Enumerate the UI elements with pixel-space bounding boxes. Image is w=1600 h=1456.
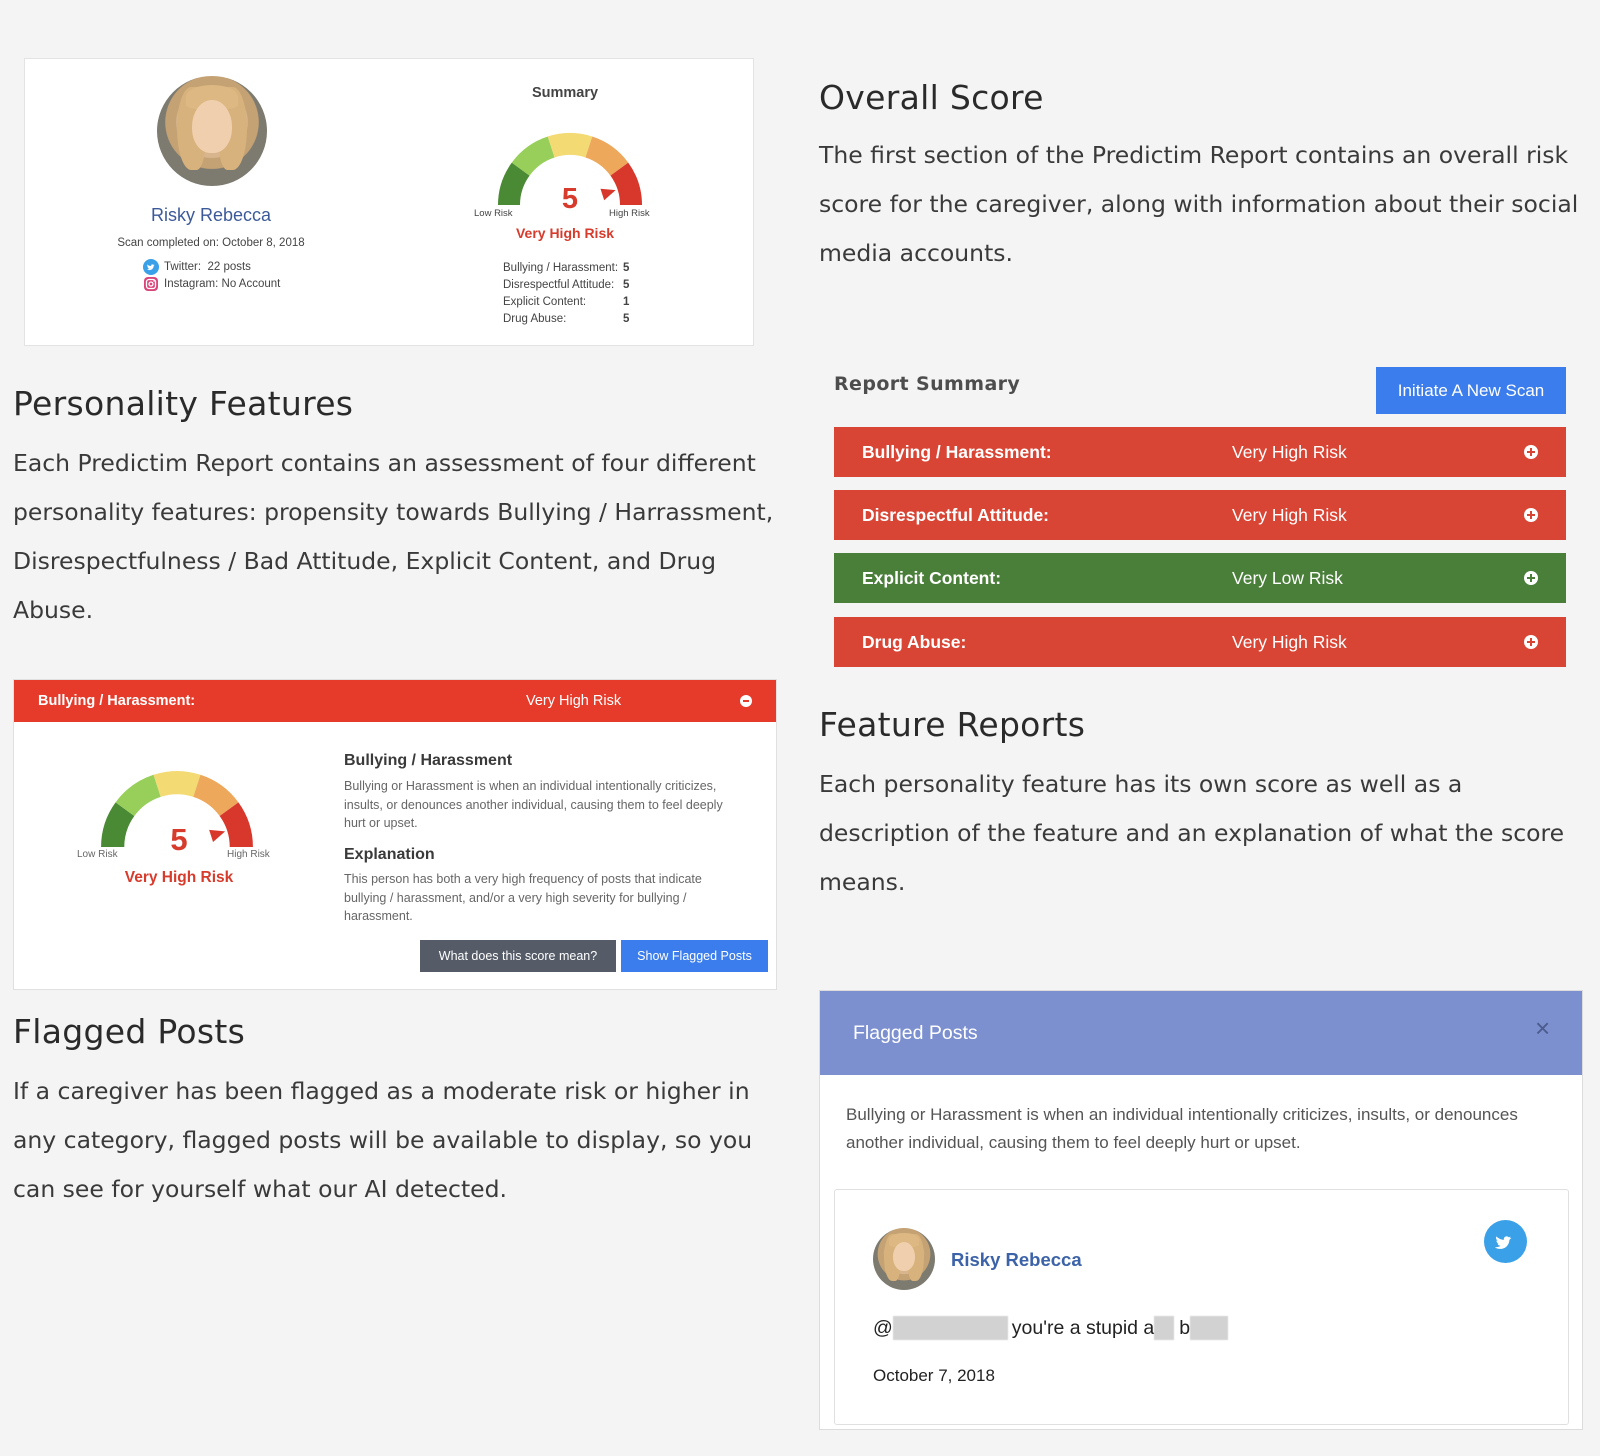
expand-plus-icon[interactable]	[1524, 571, 1538, 585]
collapse-minus-icon[interactable]	[740, 695, 752, 707]
report-summary-title: Report Summary	[834, 373, 1021, 395]
score-row: Drug Abuse: 5	[503, 313, 630, 325]
expand-plus-icon[interactable]	[1524, 445, 1538, 459]
score-row: Explicit Content: 1	[503, 296, 630, 308]
summary-card: Risky Rebecca Scan completed on: October…	[24, 58, 754, 346]
post-author-name[interactable]: Risky Rebecca	[951, 1249, 1082, 1271]
gauge-high-label: High Risk	[227, 849, 270, 860]
flagged-post-card: Risky Rebecca @ you're a stupid a b Octo…	[834, 1189, 1569, 1425]
profile-name: Risky Rebecca	[150, 205, 272, 225]
redacted-handle	[892, 1316, 1008, 1340]
score-row: Bullying / Harassment: 5	[503, 262, 630, 274]
feature-reports-title: Feature Reports	[819, 705, 1086, 744]
twitter-icon	[1484, 1220, 1527, 1263]
score-list: Bullying / Harassment: 5 Disrespectful At…	[503, 262, 673, 330]
gauge-pointer	[209, 829, 226, 842]
expand-plus-icon[interactable]	[1524, 635, 1538, 649]
explanation-heading: Explanation	[344, 846, 435, 863]
personality-features-body: Each Predictim Report contains an assess…	[13, 449, 774, 624]
summary-title: Summary	[531, 85, 599, 101]
modal-title: Flagged Posts	[853, 1022, 978, 1044]
gauge-low-label: Low Risk	[77, 849, 118, 860]
instagram-icon	[143, 276, 159, 292]
gauge-pointer	[600, 188, 616, 201]
redacted-word	[1154, 1316, 1175, 1340]
feature-heading: Bullying / Harassment	[344, 752, 513, 769]
gauge-high-label: High Risk	[609, 208, 650, 219]
instagram-row: Instagram: No Account	[143, 276, 280, 292]
report-row-explicit[interactable]: Explicit Content: Very Low Risk	[834, 553, 1566, 603]
feature-detail-panel: Bullying / Harassment: Very High Risk Lo…	[13, 679, 777, 990]
instagram-value: No Account	[221, 278, 281, 290]
initiate-new-scan-button[interactable]: Initiate A New Scan	[1376, 367, 1566, 414]
feature-description: Bullying or Harassment is when an indivi…	[344, 779, 723, 830]
flagged-posts-title: Flagged Posts	[13, 1012, 246, 1051]
redacted-word	[1190, 1316, 1229, 1340]
overall-score-body: The first section of the Predictim Repor…	[819, 141, 1579, 267]
personality-features-title: Personality Features	[13, 384, 354, 423]
gauge-risk-text: Very High Risk	[515, 225, 615, 241]
twitter-label: Twitter:	[164, 261, 202, 273]
report-row-drug-abuse[interactable]: Drug Abuse: Very High Risk	[834, 617, 1566, 667]
close-icon[interactable]: ×	[1535, 1013, 1550, 1044]
twitter-value: 22 posts	[207, 261, 251, 273]
avatar	[157, 76, 267, 186]
gauge-segment	[153, 771, 201, 797]
expand-plus-icon[interactable]	[1524, 508, 1538, 522]
modal-description: Bullying or Harassment is when an indivi…	[846, 1105, 1518, 1152]
twitter-icon	[143, 259, 159, 275]
what-does-score-mean-button[interactable]: What does this score mean?	[420, 940, 616, 972]
scan-completed-date: Scan completed on: October 8, 2018	[117, 237, 305, 249]
instagram-label: Instagram:	[164, 278, 219, 290]
flagged-posts-body: If a caregiver has been flagged as a mod…	[13, 1077, 753, 1203]
gauge-low-label: Low Risk	[474, 208, 513, 219]
gauge-score: 5	[561, 183, 579, 215]
gauge-score: 5	[170, 822, 188, 857]
explanation-text: This person has both a very high frequen…	[344, 872, 702, 923]
flagged-posts-modal: Flagged Posts × Bullying or Harassment i…	[819, 990, 1583, 1430]
gauge-risk-text: Very High Risk	[124, 869, 234, 886]
score-row: Disrespectful Attitude: 5	[503, 279, 630, 291]
gauge-segment	[547, 133, 593, 158]
post-author-avatar	[873, 1228, 935, 1290]
post-date: October 7, 2018	[873, 1366, 995, 1385]
post-text: @ you're a stupid a b	[873, 1316, 1229, 1340]
show-flagged-posts-button[interactable]: Show Flagged Posts	[621, 940, 768, 972]
feature-reports-body: Each personality feature has its own sco…	[819, 770, 1565, 896]
modal-header: Flagged Posts ×	[820, 991, 1582, 1075]
twitter-row: Twitter: 22 posts	[143, 259, 251, 275]
report-row-disrespectful[interactable]: Disrespectful Attitude: Very High Risk	[834, 490, 1566, 540]
feature-panel-header[interactable]: Bullying / Harassment: Very High Risk	[14, 680, 776, 722]
overall-score-title: Overall Score	[819, 78, 1044, 117]
report-row-bullying[interactable]: Bullying / Harassment: Very High Risk	[834, 427, 1566, 477]
